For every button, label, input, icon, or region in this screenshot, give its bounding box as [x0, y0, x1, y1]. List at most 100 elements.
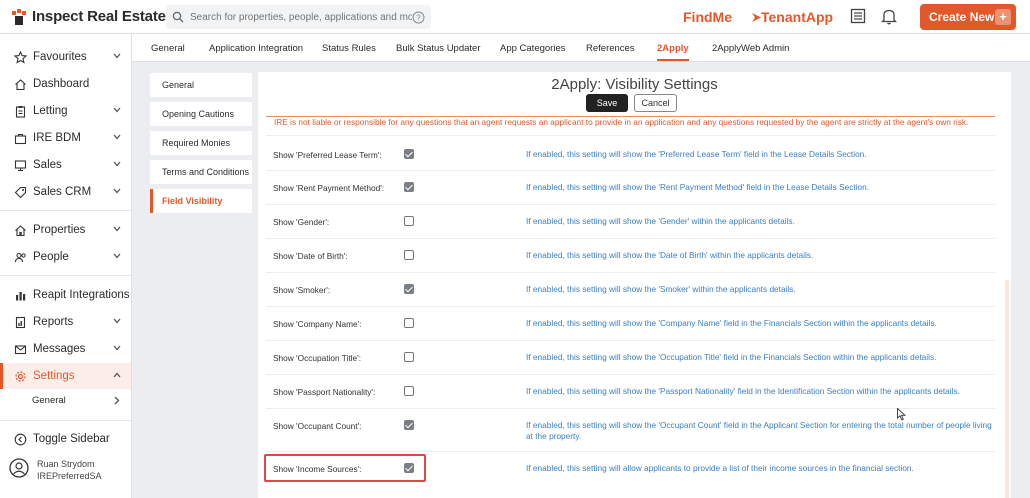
- sidebar-item-messages[interactable]: Messages: [0, 336, 131, 362]
- chevron-down-icon: [113, 53, 121, 59]
- save-button[interactable]: Save: [586, 94, 628, 112]
- setting-label: Show 'Preferred Lease Term':: [273, 150, 382, 160]
- row-divider: [266, 451, 995, 452]
- setting-description: If enabled, this setting will show the '…: [526, 352, 937, 362]
- chevron-down-icon: [113, 345, 121, 351]
- clipboard-icon: [15, 105, 26, 118]
- findme-link[interactable]: FindMe: [683, 9, 732, 25]
- setting-label: Show 'Rent Payment Method':: [273, 183, 385, 193]
- setting-description: If enabled, this setting will allow appl…: [526, 463, 914, 473]
- sidebar-divider: [0, 420, 131, 421]
- setting-checkbox-rent-payment-method[interactable]: [404, 182, 414, 192]
- sidebar-item-reapit-integrations[interactable]: Reapit Integrations: [0, 282, 131, 308]
- monitor-icon: [14, 159, 27, 171]
- tab-application-integration[interactable]: Application Integration: [209, 43, 303, 54]
- setting-checkbox-occupant-count[interactable]: [404, 420, 414, 430]
- setting-description: If enabled, this setting will show the '…: [526, 216, 795, 226]
- row-divider: [266, 272, 995, 273]
- search-bar[interactable]: ?: [166, 5, 431, 29]
- settings-tabs: General Application Integration Status R…: [132, 34, 1030, 62]
- row-divider: [266, 306, 995, 307]
- setting-description: If enabled, this setting will show the '…: [526, 182, 870, 192]
- search-input[interactable]: [190, 11, 412, 23]
- chevron-down-icon: [113, 318, 121, 324]
- sidebar-item-properties[interactable]: Properties: [0, 217, 131, 243]
- sidebar-item-favourites[interactable]: Favourites: [0, 44, 131, 70]
- chevron-down-icon: [113, 188, 121, 194]
- chevron-down-icon: [113, 253, 121, 259]
- bell-icon[interactable]: [881, 8, 897, 25]
- setting-description: If enabled, this setting will show the '…: [526, 386, 960, 396]
- sidebar-item-letting[interactable]: Letting: [0, 98, 131, 124]
- help-icon[interactable]: ?: [412, 11, 425, 24]
- setting-description: If enabled, this setting will show the '…: [526, 250, 814, 260]
- sidebar-item-settings[interactable]: Settings: [0, 363, 131, 389]
- tag-icon: [14, 186, 27, 198]
- row-divider: [266, 204, 995, 205]
- sidebar-item-sales[interactable]: Sales: [0, 152, 131, 178]
- chevron-down-icon: [113, 134, 121, 140]
- setting-checkbox-date-of-birth[interactable]: [404, 250, 414, 260]
- setting-description: If enabled, this setting will show the '…: [526, 420, 992, 441]
- tab-references[interactable]: References: [586, 43, 635, 54]
- setting-checkbox-smoker[interactable]: [404, 284, 414, 294]
- list-view-icon[interactable]: [850, 8, 866, 24]
- sidebar-item-label: Letting: [33, 105, 68, 117]
- sidebar-item-label: Dashboard: [33, 78, 90, 90]
- setting-label: Show 'Occupation Title':: [273, 353, 362, 363]
- tab-status-rules[interactable]: Status Rules: [322, 43, 376, 54]
- toggle-sidebar-button[interactable]: Toggle Sidebar: [0, 426, 131, 452]
- briefcase-icon: [14, 133, 27, 144]
- sidebar-divider: [0, 210, 131, 211]
- sidebar-item-sales-crm[interactable]: Sales CRM: [0, 179, 131, 205]
- submenu-item-field-visibility[interactable]: Field Visibility: [150, 189, 252, 213]
- setting-checkbox-company-name[interactable]: [404, 318, 414, 328]
- chevron-down-icon: [113, 226, 121, 232]
- highlight-box: [264, 454, 426, 482]
- avatar-icon: [9, 458, 29, 478]
- tab-2applyweb-admin[interactable]: 2ApplyWeb Admin: [712, 43, 789, 54]
- chevron-right-icon: [114, 396, 120, 405]
- submenu-item-required-monies[interactable]: Required Monies: [150, 131, 252, 155]
- setting-label: Show 'Gender':: [273, 217, 330, 227]
- setting-checkbox-preferred-lease-term[interactable]: [404, 149, 414, 159]
- setting-checkbox-passport-nationality[interactable]: [404, 386, 414, 396]
- sidebar-item-dashboard[interactable]: Dashboard: [0, 71, 131, 97]
- tab-2apply[interactable]: 2Apply: [657, 43, 689, 61]
- row-divider: [266, 374, 995, 375]
- submenu-item-terms-and-conditions[interactable]: Terms and Conditions: [150, 160, 252, 184]
- gear-icon: [15, 370, 26, 382]
- tab-general[interactable]: General: [151, 43, 185, 54]
- setting-checkbox-occupation-title[interactable]: [404, 352, 414, 362]
- sidebar-item-reports[interactable]: Reports: [0, 309, 131, 335]
- user-org: IREPreferredSA: [37, 471, 102, 481]
- sidebar-item-label: Sales CRM: [33, 186, 92, 198]
- sidebar-subitem-general[interactable]: General: [32, 395, 128, 406]
- tab-bulk-status-updater[interactable]: Bulk Status Updater: [396, 43, 481, 54]
- report-icon: [15, 316, 26, 328]
- chevron-down-icon: [113, 161, 121, 167]
- chevron-up-icon: [113, 372, 121, 378]
- setting-label: Show 'Date of Birth':: [273, 251, 348, 261]
- setting-description: If enabled, this setting will show the '…: [526, 149, 867, 159]
- app-logo[interactable]: Inspect Real Estate: [12, 8, 166, 25]
- sidebar-item-ire-bdm[interactable]: IRE BDM: [0, 125, 131, 151]
- tenantapp-arrow-icon: [752, 13, 761, 22]
- submenu-item-opening-cautions[interactable]: Opening Cautions: [150, 102, 252, 126]
- setting-checkbox-gender[interactable]: [404, 216, 414, 226]
- logo-mark-icon: [12, 8, 26, 25]
- cancel-button[interactable]: Cancel: [634, 94, 677, 112]
- submenu-item-general[interactable]: General: [150, 73, 252, 97]
- user-profile[interactable]: Ruan Strydom IREPreferredSA: [9, 458, 102, 482]
- tenantapp-link[interactable]: TenantApp: [752, 9, 833, 25]
- sidebar-item-label: Reports: [33, 316, 74, 328]
- create-new-button[interactable]: Create New +: [920, 4, 1016, 30]
- setting-label: Show 'Smoker':: [273, 285, 331, 295]
- mouse-cursor-icon: [897, 408, 906, 421]
- setting-label: Show 'Company Name':: [273, 319, 362, 329]
- scrollbar[interactable]: [1005, 280, 1009, 498]
- tab-app-categories[interactable]: App Categories: [500, 43, 565, 54]
- setting-label: Show 'Passport Nationality':: [273, 387, 376, 397]
- sidebar-item-people[interactable]: People: [0, 244, 131, 270]
- search-icon: [172, 11, 184, 23]
